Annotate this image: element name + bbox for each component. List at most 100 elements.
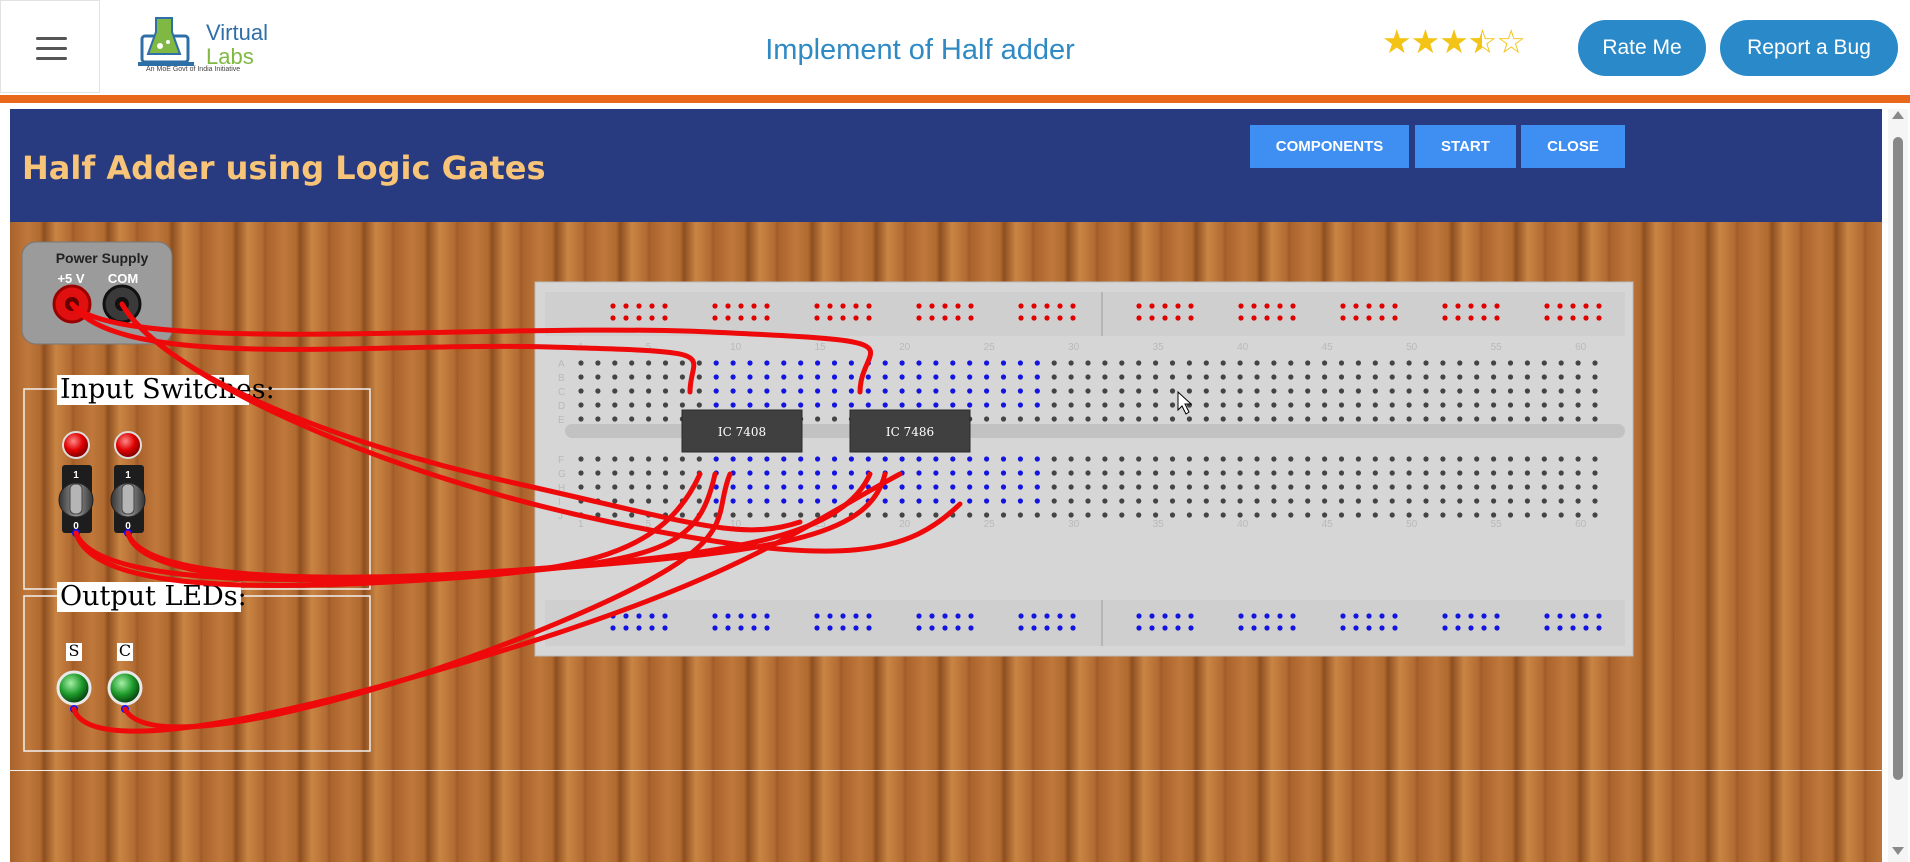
ground-rail-hole[interactable] — [1149, 613, 1155, 619]
breadboard-hole[interactable] — [679, 388, 686, 394]
breadboard-hole[interactable] — [984, 456, 990, 462]
breadboard-hole[interactable] — [595, 456, 601, 462]
breadboard-hole[interactable] — [1592, 388, 1598, 394]
ground-rail-hole[interactable] — [636, 625, 642, 631]
breadboard-hole[interactable] — [1406, 484, 1412, 490]
breadboard-hole[interactable] — [612, 416, 618, 422]
breadboard-hole[interactable] — [1491, 484, 1497, 490]
power-rail-hole[interactable] — [942, 303, 948, 309]
power-rail-hole[interactable] — [662, 303, 668, 309]
breadboard-hole[interactable] — [781, 388, 787, 394]
power-rail-hole[interactable] — [942, 315, 948, 321]
power-rail-hole[interactable] — [929, 303, 935, 309]
breadboard-hole[interactable] — [662, 484, 669, 490]
breadboard-hole[interactable] — [646, 484, 652, 490]
breadboard-hole[interactable] — [1423, 360, 1429, 366]
ground-rail-hole[interactable] — [1468, 613, 1474, 619]
breadboard-hole[interactable] — [578, 388, 584, 394]
breadboard-hole[interactable] — [1000, 498, 1007, 504]
power-rail-hole[interactable] — [1162, 315, 1168, 321]
ground-rail-hole[interactable] — [1031, 613, 1037, 619]
breadboard-hole[interactable] — [831, 498, 838, 504]
breadboard-hole[interactable] — [612, 360, 618, 366]
breadboard-hole[interactable] — [1000, 470, 1007, 476]
breadboard-hole[interactable] — [1440, 388, 1446, 394]
breadboard-hole[interactable] — [595, 374, 601, 380]
breadboard-hole[interactable] — [1000, 456, 1007, 462]
breadboard-hole[interactable] — [1406, 388, 1412, 394]
breadboard-hole[interactable] — [1322, 402, 1328, 408]
breadboard-hole[interactable] — [646, 360, 652, 366]
breadboard-hole[interactable] — [798, 402, 804, 408]
breadboard-hole[interactable] — [1220, 470, 1226, 476]
ground-rail-hole[interactable] — [725, 613, 731, 619]
ground-rail-hole[interactable] — [1544, 613, 1550, 619]
breadboard-hole[interactable] — [1338, 512, 1345, 518]
breadboard-hole[interactable] — [662, 470, 669, 476]
power-rail-hole[interactable] — [738, 315, 744, 321]
breadboard-hole[interactable] — [1186, 374, 1192, 380]
breadboard-hole[interactable] — [578, 416, 584, 422]
breadboard-hole[interactable] — [764, 512, 770, 518]
power-rail-hole[interactable] — [1031, 315, 1037, 321]
breadboard-hole[interactable] — [1136, 470, 1142, 476]
breadboard-hole[interactable] — [1034, 360, 1040, 366]
breadboard-hole[interactable] — [933, 484, 939, 490]
breadboard-hole[interactable] — [1507, 484, 1514, 490]
breadboard-hole[interactable] — [1457, 512, 1463, 518]
power-rail-hole[interactable] — [712, 303, 718, 309]
breadboard-hole[interactable] — [967, 402, 973, 408]
breadboard-hole[interactable] — [1507, 512, 1514, 518]
breadboard-hole[interactable] — [967, 456, 973, 462]
power-rail-hole[interactable] — [955, 315, 961, 321]
breadboard-hole[interactable] — [1034, 498, 1040, 504]
ground-rail-hole[interactable] — [1596, 625, 1602, 631]
ground-rail-hole[interactable] — [814, 613, 820, 619]
power-rail-hole[interactable] — [840, 303, 846, 309]
scroll-thumb[interactable] — [1893, 137, 1903, 780]
breadboard-hole[interactable] — [1575, 470, 1581, 476]
breadboard-hole[interactable] — [1051, 374, 1057, 380]
breadboard-hole[interactable] — [595, 360, 601, 366]
breadboard-hole[interactable] — [1457, 416, 1463, 422]
breadboard-hole[interactable] — [1119, 402, 1125, 408]
breadboard-hole[interactable] — [764, 374, 770, 380]
power-rail-hole[interactable] — [1162, 303, 1168, 309]
breadboard-hole[interactable] — [1119, 416, 1125, 422]
breadboard-hole[interactable] — [950, 456, 956, 462]
breadboard-hole[interactable] — [730, 388, 736, 394]
power-rail-hole[interactable] — [636, 315, 642, 321]
breadboard-hole[interactable] — [1136, 360, 1142, 366]
breadboard-hole[interactable] — [1068, 416, 1074, 422]
breadboard-hole[interactable] — [1237, 360, 1243, 366]
breadboard-hole[interactable] — [1000, 360, 1007, 366]
power-rail-hole[interactable] — [968, 315, 974, 321]
breadboard-hole[interactable] — [950, 470, 956, 476]
power-rail-hole[interactable] — [751, 303, 757, 309]
power-rail-hole[interactable] — [1175, 315, 1181, 321]
breadboard-hole[interactable] — [730, 402, 736, 408]
power-rail-hole[interactable] — [1031, 303, 1037, 309]
breadboard-hole[interactable] — [747, 498, 753, 504]
power-rail-hole[interactable] — [1557, 315, 1563, 321]
breadboard-hole[interactable] — [1153, 388, 1159, 394]
breadboard-hole[interactable] — [662, 456, 669, 462]
breadboard-hole[interactable] — [933, 374, 939, 380]
breadboard-hole[interactable] — [1288, 374, 1294, 380]
ground-rail-hole[interactable] — [955, 613, 961, 619]
breadboard-hole[interactable] — [679, 360, 686, 366]
ground-rail-hole[interactable] — [1070, 625, 1076, 631]
breadboard-hole[interactable] — [1322, 360, 1328, 366]
breadboard-hole[interactable] — [899, 402, 905, 408]
breadboard-hole[interactable] — [1372, 512, 1378, 518]
breadboard-hole[interactable] — [1017, 456, 1024, 462]
ground-rail-hole[interactable] — [1175, 613, 1181, 619]
breadboard-hole[interactable] — [1355, 512, 1361, 518]
breadboard-hole[interactable] — [646, 456, 652, 462]
breadboard-hole[interactable] — [1338, 498, 1345, 504]
breadboard-hole[interactable] — [612, 498, 618, 504]
breadboard-hole[interactable] — [1440, 470, 1446, 476]
breadboard-hole[interactable] — [1153, 402, 1159, 408]
ground-rail-hole[interactable] — [1290, 625, 1296, 631]
power-rail-hole[interactable] — [1238, 315, 1244, 321]
